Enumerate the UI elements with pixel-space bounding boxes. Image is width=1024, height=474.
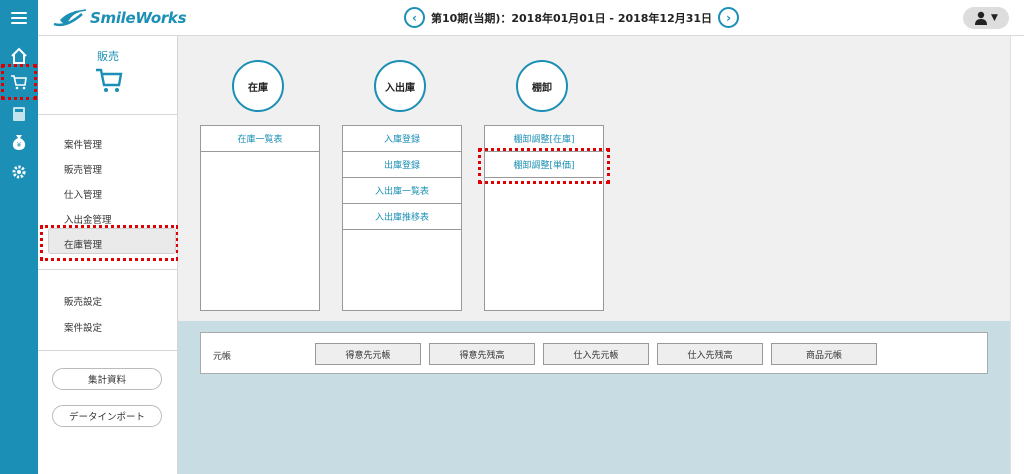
stock-header-circle: 在庫 — [232, 60, 284, 112]
stock-list-link[interactable]: 在庫一覧表 — [201, 126, 319, 152]
shipment-entry-link[interactable]: 出庫登録 — [343, 152, 461, 178]
inout-list-link[interactable]: 入出庫一覧表 — [343, 178, 461, 204]
dropdown-arrow-icon: ▼ — [991, 13, 998, 23]
divider — [38, 350, 178, 351]
ledger-box: 元帳 得意先元帳 得意先残高 仕入先元帳 仕入先残高 商品元帳 — [200, 332, 988, 374]
customer-ledger-button[interactable]: 得意先元帳 — [315, 343, 421, 365]
app-name: SmileWorks — [90, 9, 187, 27]
data-import-button[interactable]: データインポート — [52, 405, 162, 427]
ledger-label: 元帳 — [213, 352, 232, 362]
user-icon — [975, 11, 988, 25]
inout-panel: 入庫登録 出庫登録 入出庫一覧表 入出庫推移表 — [342, 125, 462, 311]
app-logo[interactable]: SmileWorks — [52, 8, 187, 28]
customer-balance-button[interactable]: 得意先残高 — [429, 343, 535, 365]
cart-icon — [96, 68, 123, 92]
menu-item-projects[interactable]: 案件管理 — [64, 137, 102, 151]
top-header: SmileWorks ‹ 第10期(当期)：2018年01月01日 - 2018… — [0, 0, 1024, 36]
period-text: 第10期(当期)：2018年01月01日 - 2018年12月31日 — [431, 11, 713, 25]
stock-panel: 在庫一覧表 — [200, 125, 320, 311]
menu-item-sales-settings[interactable]: 販売設定 — [64, 294, 102, 308]
inout-trend-link[interactable]: 入出庫推移表 — [343, 204, 461, 230]
supplier-balance-button[interactable]: 仕入先残高 — [657, 343, 763, 365]
divider — [38, 269, 178, 270]
chevron-right-icon[interactable]: › — [718, 7, 740, 28]
money-bag-icon[interactable]: ¥ — [0, 128, 38, 156]
menu-item-purchases[interactable]: 仕入管理 — [64, 187, 102, 201]
menu-item-sales[interactable]: 販売管理 — [64, 162, 102, 176]
price-adjust-highlight-marker — [478, 148, 610, 184]
submenu-title: 販売 — [97, 50, 119, 63]
inout-header-circle: 入出庫 — [374, 60, 426, 112]
supplier-ledger-button[interactable]: 仕入先元帳 — [543, 343, 649, 365]
divider — [38, 114, 178, 115]
calculator-icon[interactable] — [0, 100, 38, 128]
stocktake-header-circle: 棚卸 — [516, 60, 568, 112]
product-ledger-button[interactable]: 商品元帳 — [771, 343, 877, 365]
hamburger-icon — [11, 12, 27, 24]
scrollbar[interactable] — [1010, 36, 1024, 474]
inventory-highlight-marker — [40, 225, 179, 261]
fiscal-period-selector: ‹ 第10期(当期)：2018年01月01日 - 2018年12月31日 › — [404, 7, 740, 28]
user-menu-button[interactable]: ▼ — [963, 7, 1009, 29]
menu-item-project-settings[interactable]: 案件設定 — [64, 320, 102, 334]
chevron-left-icon[interactable]: ‹ — [404, 7, 425, 28]
receipt-entry-link[interactable]: 入庫登録 — [343, 126, 461, 152]
svg-text:¥: ¥ — [17, 141, 22, 149]
menu-item-payments[interactable]: 入出金管理 — [64, 212, 112, 226]
menu-toggle-button[interactable] — [0, 0, 38, 36]
cart-highlight-marker — [1, 64, 37, 100]
gear-icon[interactable] — [0, 158, 38, 186]
icon-rail: ¥ — [0, 36, 38, 474]
summary-report-button[interactable]: 集計資料 — [52, 368, 162, 390]
logo-swoosh-icon — [53, 9, 87, 27]
